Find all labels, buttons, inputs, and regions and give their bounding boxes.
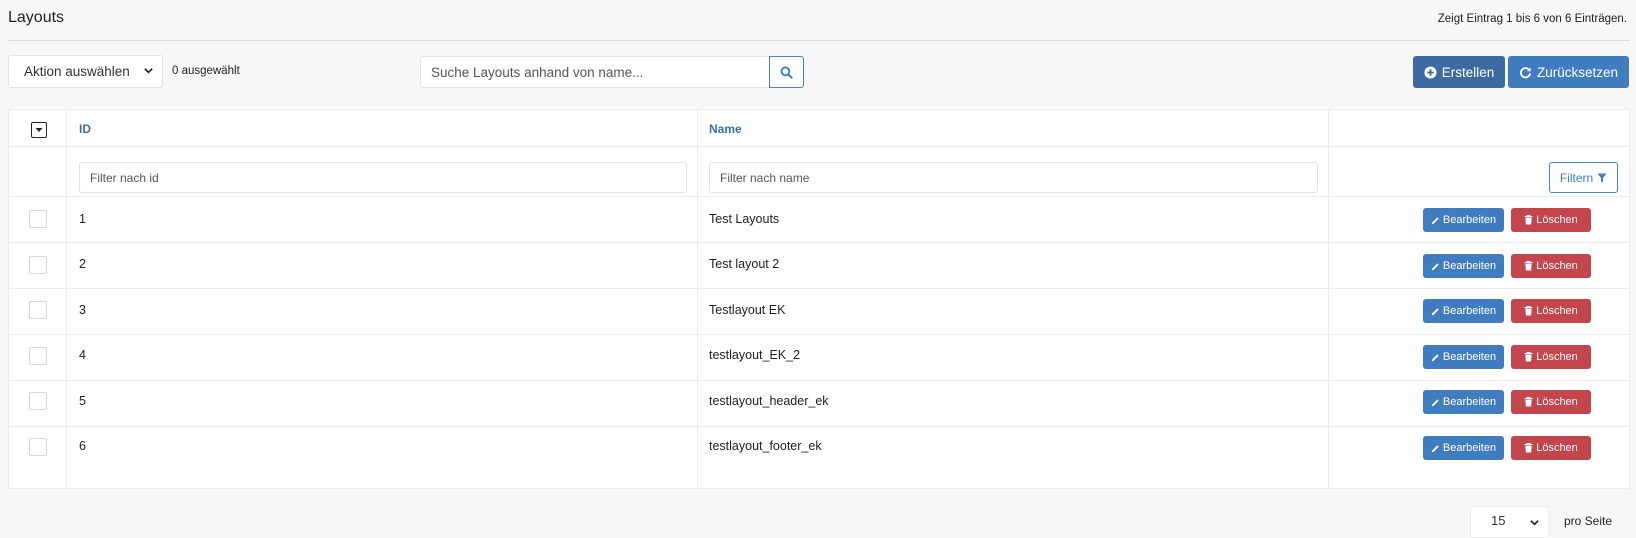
plus-circle-icon bbox=[1424, 65, 1437, 79]
row-name: Testlayout EK bbox=[709, 303, 786, 317]
column-divider bbox=[697, 110, 698, 488]
edit-button[interactable]: Bearbeiten bbox=[1423, 345, 1504, 369]
pencil-icon bbox=[1431, 307, 1440, 316]
action-select-value: Aktion auswählen bbox=[24, 64, 130, 79]
row-name: testlayout_footer_ek bbox=[709, 439, 822, 453]
trash-icon bbox=[1524, 443, 1533, 453]
create-button-label: Erstellen bbox=[1441, 64, 1495, 80]
delete-button-label: Löschen bbox=[1536, 260, 1578, 272]
row-divider bbox=[9, 242, 1629, 243]
row-checkbox[interactable] bbox=[29, 438, 47, 456]
delete-button[interactable]: Löschen bbox=[1511, 299, 1591, 323]
reset-button[interactable]: Zurücksetzen bbox=[1508, 56, 1629, 88]
row-id: 1 bbox=[79, 212, 86, 226]
edit-button[interactable]: Bearbeiten bbox=[1423, 436, 1504, 460]
row-id: 4 bbox=[79, 348, 86, 362]
edit-button[interactable]: Bearbeiten bbox=[1423, 390, 1504, 414]
chevron-down-icon bbox=[143, 65, 154, 76]
row-name: testlayout_EK_2 bbox=[709, 348, 801, 362]
header-divider bbox=[8, 40, 1630, 41]
edit-button-label: Bearbeiten bbox=[1442, 396, 1497, 408]
page-title: Layouts bbox=[8, 9, 65, 26]
row-name: testlayout_header_ek bbox=[709, 394, 829, 408]
edit-button[interactable]: Bearbeiten bbox=[1423, 299, 1504, 323]
row-divider bbox=[9, 146, 1629, 147]
row-name: Test Layouts bbox=[709, 212, 780, 226]
action-select[interactable]: Aktion auswählen bbox=[8, 55, 163, 88]
column-header-id[interactable]: ID bbox=[79, 122, 91, 136]
filter-button-label: Filtern bbox=[1559, 170, 1594, 185]
reset-button-label: Zurücksetzen bbox=[1536, 64, 1619, 80]
delete-button-label: Löschen bbox=[1536, 442, 1578, 454]
edit-button[interactable]: Bearbeiten bbox=[1423, 208, 1504, 232]
row-divider bbox=[9, 426, 1629, 427]
row-id: 6 bbox=[79, 439, 86, 453]
edit-button[interactable]: Bearbeiten bbox=[1423, 254, 1504, 278]
delete-button-label: Löschen bbox=[1536, 214, 1578, 226]
funnel-icon bbox=[1597, 173, 1607, 183]
chevron-down-icon bbox=[1529, 517, 1540, 528]
delete-button[interactable]: Löschen bbox=[1511, 436, 1591, 460]
column-header-name[interactable]: Name bbox=[709, 122, 742, 136]
trash-icon bbox=[1524, 215, 1533, 225]
caret-down-icon bbox=[35, 127, 43, 133]
row-id: 3 bbox=[79, 303, 86, 317]
column-divider bbox=[1328, 110, 1329, 488]
pencil-icon bbox=[1431, 262, 1440, 271]
row-checkbox[interactable] bbox=[29, 210, 47, 228]
filter-id-input[interactable] bbox=[79, 162, 687, 193]
select-all-checkbox[interactable] bbox=[31, 122, 47, 138]
edit-button-label: Bearbeiten bbox=[1442, 260, 1497, 272]
pencil-icon bbox=[1431, 216, 1440, 225]
filter-name-input[interactable] bbox=[709, 162, 1318, 193]
delete-button[interactable]: Löschen bbox=[1511, 390, 1591, 414]
delete-button[interactable]: Löschen bbox=[1511, 345, 1591, 369]
delete-button-label: Löschen bbox=[1536, 351, 1578, 363]
edit-button-label: Bearbeiten bbox=[1442, 351, 1497, 363]
row-divider bbox=[9, 288, 1629, 289]
row-divider bbox=[9, 334, 1629, 335]
create-button[interactable]: Erstellen bbox=[1413, 56, 1505, 88]
pencil-icon bbox=[1431, 444, 1440, 453]
row-checkbox[interactable] bbox=[29, 347, 47, 365]
trash-icon bbox=[1524, 261, 1533, 271]
search-button[interactable] bbox=[769, 56, 804, 88]
delete-button[interactable]: Löschen bbox=[1511, 208, 1591, 232]
row-checkbox[interactable] bbox=[29, 392, 47, 410]
per-page-select[interactable]: 15 bbox=[1470, 506, 1549, 538]
per-page-label: pro Seite bbox=[1564, 514, 1613, 528]
row-name: Test layout 2 bbox=[709, 257, 780, 271]
entries-info: Zeigt Eintrag 1 bis 6 von 6 Einträgen. bbox=[1437, 13, 1627, 25]
row-checkbox[interactable] bbox=[29, 301, 47, 319]
edit-button-label: Bearbeiten bbox=[1442, 305, 1497, 317]
edit-button-label: Bearbeiten bbox=[1442, 442, 1497, 454]
search-input[interactable] bbox=[420, 56, 769, 88]
layouts-table: ID Name Filtern 1 Test Layouts Bearbeite… bbox=[8, 109, 1630, 489]
refresh-icon bbox=[1519, 66, 1532, 79]
search-icon bbox=[780, 66, 793, 79]
row-divider bbox=[9, 380, 1629, 381]
row-checkbox[interactable] bbox=[29, 256, 47, 274]
trash-icon bbox=[1524, 352, 1533, 362]
filter-button[interactable]: Filtern bbox=[1549, 162, 1618, 193]
trash-icon bbox=[1524, 306, 1533, 316]
pencil-icon bbox=[1431, 398, 1440, 407]
row-id: 2 bbox=[79, 257, 86, 271]
delete-button-label: Löschen bbox=[1536, 305, 1578, 317]
per-page-value: 15 bbox=[1491, 513, 1506, 528]
selected-count: 0 ausgewählt bbox=[172, 65, 240, 77]
trash-icon bbox=[1524, 397, 1533, 407]
row-divider bbox=[9, 196, 1629, 197]
row-id: 5 bbox=[79, 394, 86, 408]
edit-button-label: Bearbeiten bbox=[1442, 214, 1497, 226]
pencil-icon bbox=[1431, 353, 1440, 362]
delete-button[interactable]: Löschen bbox=[1511, 254, 1591, 278]
column-divider bbox=[66, 110, 67, 488]
delete-button-label: Löschen bbox=[1536, 396, 1578, 408]
